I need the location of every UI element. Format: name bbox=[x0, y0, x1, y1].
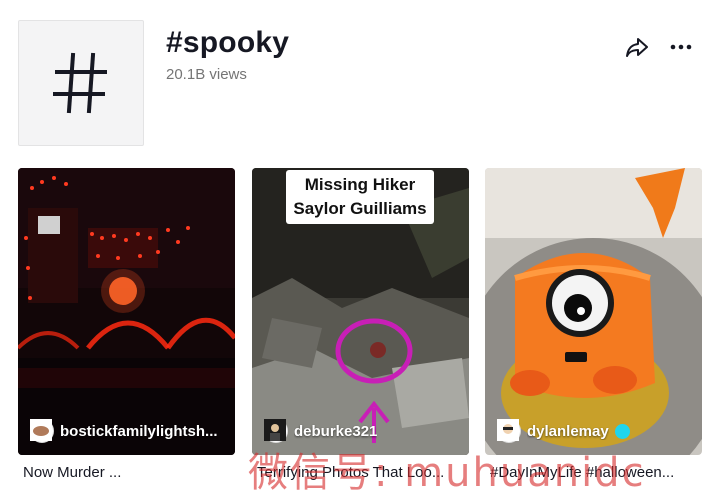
hashtag-header: #spooky 20.1B views bbox=[18, 20, 704, 148]
share-arrow-icon[interactable] bbox=[624, 34, 650, 60]
hashtag-icon bbox=[53, 52, 107, 114]
video-card[interactable]: bostickfamilylightsh... Now Murder ... bbox=[18, 168, 235, 481]
hashtag-cover bbox=[18, 20, 144, 146]
more-horizontal-icon[interactable] bbox=[668, 34, 694, 60]
watermark-text: 微信号: muhuanidc bbox=[248, 450, 646, 496]
page-title: #spooky bbox=[166, 26, 290, 59]
verified-badge-icon bbox=[497, 419, 630, 439]
video-overlay-text: Missing Hiker Saylor Guilliams bbox=[286, 170, 434, 224]
author-name[interactable]: deburke321 bbox=[294, 423, 377, 440]
video-thumbnail[interactable]: dylanlemay bbox=[485, 168, 702, 455]
view-count: 20.1B views bbox=[166, 66, 247, 83]
author-name[interactable]: bostickfamilylightsh... bbox=[60, 423, 218, 440]
video-card[interactable]: dylanlemay #DayInMyLife #halloween... bbox=[485, 168, 702, 481]
avatar[interactable] bbox=[30, 419, 54, 443]
video-caption[interactable]: Now Murder ... bbox=[18, 464, 235, 481]
video-card[interactable]: Missing Hiker Saylor Guilliams deburke32… bbox=[252, 168, 469, 481]
author-name[interactable]: dylanlemay bbox=[527, 423, 609, 440]
video-thumbnail[interactable]: bostickfamilylightsh... bbox=[18, 168, 235, 455]
video-thumbnail[interactable]: Missing Hiker Saylor Guilliams deburke32… bbox=[252, 168, 469, 455]
